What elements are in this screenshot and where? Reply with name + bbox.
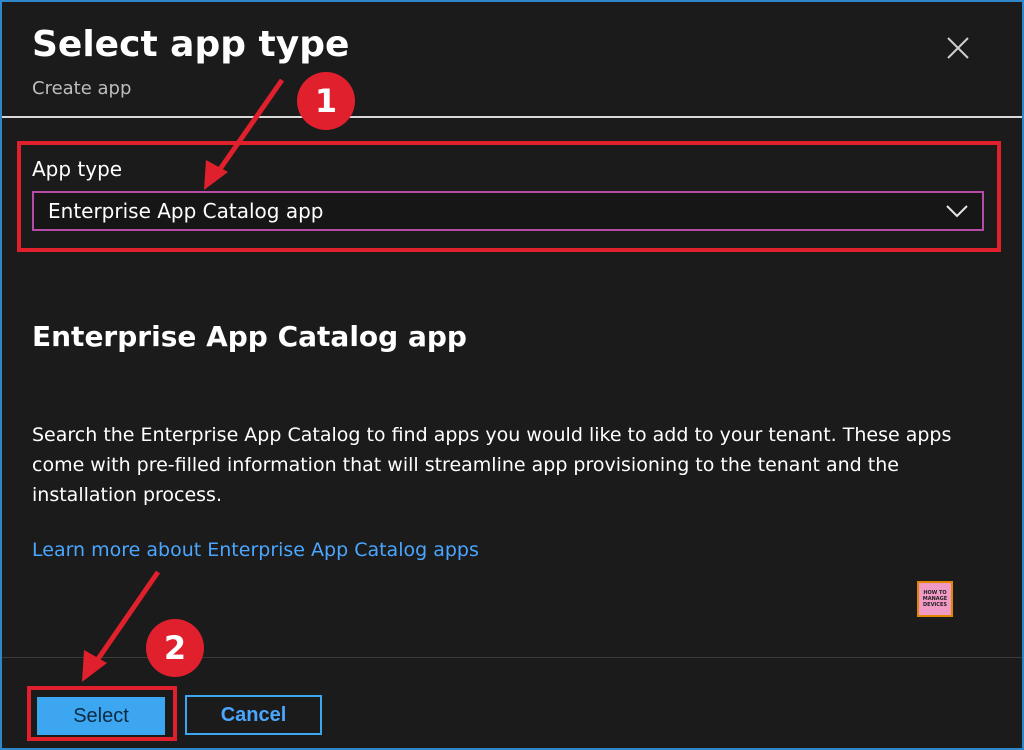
dialog-title: Select app type bbox=[32, 24, 350, 65]
watermark-logo: HOW TO MANAGE DEVICES bbox=[917, 581, 953, 617]
app-type-highlight bbox=[17, 141, 1001, 252]
cancel-button[interactable]: Cancel bbox=[185, 695, 322, 735]
watermark-text: HOW TO MANAGE DEVICES bbox=[922, 590, 948, 608]
close-icon bbox=[947, 37, 969, 59]
app-type-heading: Enterprise App Catalog app bbox=[32, 320, 467, 353]
dialog-subtitle: Create app bbox=[32, 78, 132, 99]
select-button-highlight bbox=[27, 686, 177, 741]
step1-badge: 1 bbox=[297, 72, 355, 130]
app-type-description: Search the Enterprise App Catalog to fin… bbox=[32, 424, 952, 506]
header-divider bbox=[2, 116, 1022, 118]
step2-badge: 2 bbox=[146, 619, 204, 677]
learn-more-link[interactable]: Learn more about Enterprise App Catalog … bbox=[32, 539, 479, 561]
close-button[interactable] bbox=[942, 32, 974, 64]
